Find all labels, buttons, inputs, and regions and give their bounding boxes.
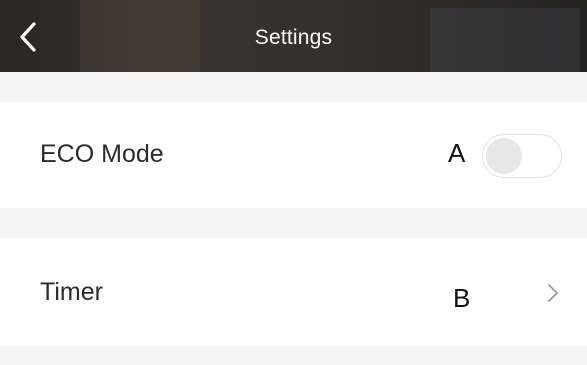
marker-b: B <box>453 283 471 313</box>
timer-row[interactable]: Timer B <box>0 238 587 346</box>
back-button[interactable] <box>14 20 44 54</box>
section-spacer <box>0 346 587 365</box>
eco-mode-toggle[interactable] <box>482 134 562 178</box>
toggle-knob <box>486 138 522 174</box>
marker-a: A <box>448 138 466 168</box>
settings-screen: Settings ECO Mode A Timer B <box>0 0 587 365</box>
section-spacer <box>0 208 587 238</box>
chevron-right-icon <box>548 284 558 302</box>
eco-mode-row: ECO Mode A <box>0 102 587 208</box>
page-title: Settings <box>254 26 333 49</box>
navigation-bar: Settings <box>0 0 587 72</box>
chevron-left-icon <box>20 22 36 52</box>
timer-label: Timer <box>40 278 103 306</box>
eco-mode-label: ECO Mode <box>40 140 164 168</box>
section-spacer <box>0 72 587 102</box>
